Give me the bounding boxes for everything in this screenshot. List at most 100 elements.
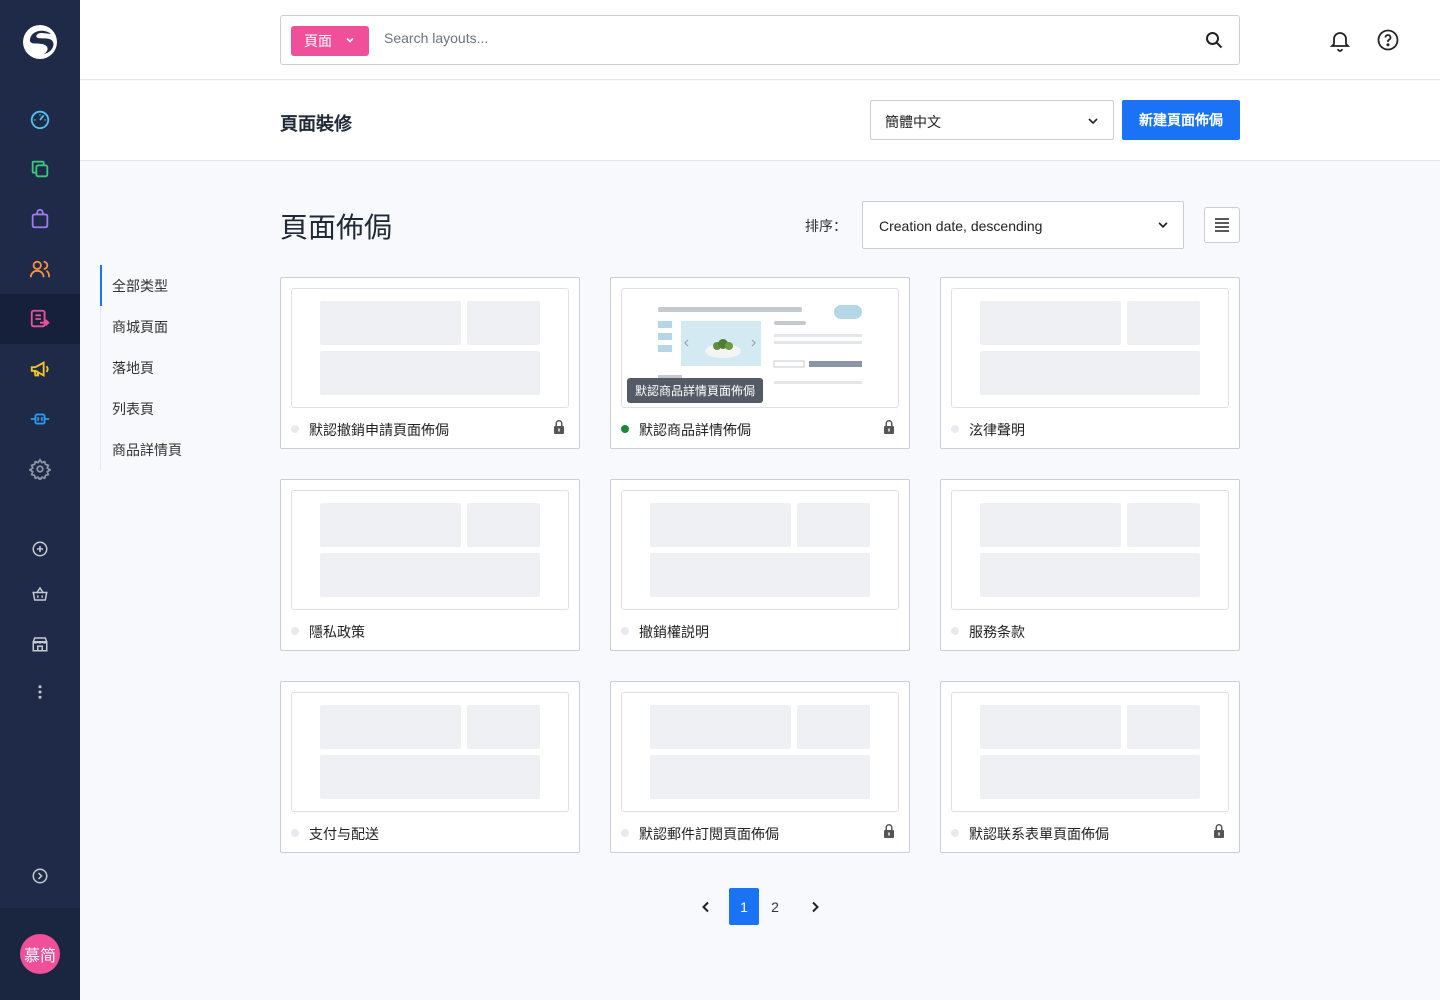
store-icon [32, 637, 48, 652]
topbar: 頁面 [80, 0, 1440, 80]
lock-icon [884, 420, 894, 434]
status-dot [291, 829, 299, 837]
nav-store[interactable] [0, 619, 80, 669]
chevron-down-icon [1088, 118, 1098, 125]
status-dot [951, 829, 959, 837]
layout-name: 默認撤銷申請頁面佈侷 [309, 422, 449, 438]
search-icon[interactable] [1205, 31, 1223, 49]
filter-all-types[interactable]: 全部类型 [100, 265, 260, 306]
layout-preview [291, 288, 569, 408]
filter-listing-pages[interactable]: 列表頁 [101, 388, 260, 429]
sort-select[interactable]: Creation date, descending [862, 201, 1184, 249]
nav-marketing[interactable] [0, 344, 80, 394]
status-dot [621, 627, 629, 635]
layout-preview [951, 288, 1229, 408]
filter-label: 全部类型 [112, 277, 168, 294]
nav-extensions[interactable] [0, 394, 80, 444]
search-input[interactable] [384, 30, 1184, 46]
layout-card[interactable]: 默認撤銷申請頁面佈侷 [280, 277, 580, 449]
filter-product-detail-pages[interactable]: 商品詳情頁 [101, 429, 260, 470]
chevron-right-icon [812, 901, 819, 912]
sort-select-value: Creation date, descending [879, 218, 1043, 234]
lock-icon [884, 824, 894, 838]
sort-label: 排序： [805, 218, 847, 234]
status-dot [951, 425, 959, 433]
megaphone-icon [30, 361, 49, 377]
chevron-down-icon [1158, 222, 1168, 228]
bag-icon [31, 208, 49, 229]
layout-name: 隱私政策 [309, 624, 365, 640]
sidebar-collapse-button[interactable] [0, 851, 80, 901]
avatar[interactable]: 慕简 [20, 934, 60, 974]
layout-preview [951, 692, 1229, 812]
gauge-icon [30, 110, 50, 130]
layout-preview [291, 692, 569, 812]
layout-card[interactable]: 泫律聲明 [940, 277, 1240, 449]
layout-preview [621, 490, 899, 610]
page-header: 頁面裝修 簡體中文 新建頁面佈侷 [80, 81, 1440, 161]
layout-name-tooltip: 默認商品詳情頁面佈侷 [627, 378, 764, 403]
nav-settings[interactable] [0, 444, 80, 494]
users-icon [29, 260, 51, 278]
nav-customers[interactable] [0, 244, 80, 294]
basket-icon [32, 586, 48, 601]
layout-card[interactable]: 隱私政策 [280, 479, 580, 651]
more-vertical-icon [38, 685, 42, 699]
layout-card[interactable]: 支付与配送 [280, 681, 580, 853]
search-scope-dropdown[interactable]: 頁面 [291, 26, 369, 56]
plug-icon [30, 413, 50, 425]
bell-icon[interactable] [1328, 28, 1352, 52]
status-dot [621, 425, 629, 433]
filter-landing-pages[interactable]: 落地頁 [101, 347, 260, 388]
nav-more[interactable] [0, 667, 80, 717]
copy-icon [31, 160, 49, 178]
nav-shop[interactable] [0, 569, 80, 619]
lock-icon [554, 420, 564, 434]
layout-name: 默認郵件訂閲頁面佈侷 [639, 826, 779, 842]
pagination-next-button[interactable] [800, 888, 830, 925]
layout-card[interactable]: 默認联系表單頁面佈侷 [940, 681, 1240, 853]
section-title: 頁面佈侷 [280, 212, 393, 243]
nav-dashboard[interactable] [0, 94, 80, 144]
list-view-toggle[interactable] [1204, 207, 1240, 243]
layout-name: 泫律聲明 [969, 422, 1025, 438]
chevron-circle-right-icon [32, 868, 48, 884]
chevron-left-icon [702, 901, 709, 912]
layout-card[interactable]: 服務条款 [940, 479, 1240, 651]
layout-card[interactable]: 撤銷權説明 [610, 479, 910, 651]
pagination-page-1[interactable]: 1 [729, 888, 759, 925]
nav-orders[interactable] [0, 194, 80, 244]
pagination-prev-button[interactable] [691, 888, 721, 925]
nav-add[interactable] [0, 524, 80, 574]
sidebar: 慕简 [0, 0, 80, 1000]
filter-shop-pages[interactable]: 商城頁面 [101, 306, 260, 347]
status-dot [951, 627, 959, 635]
status-dot [291, 627, 299, 635]
chevron-down-icon [346, 37, 354, 43]
search-bar: 頁面 [280, 15, 1240, 65]
layout-name: 服務条款 [969, 624, 1025, 640]
layout-name: 撤銷權説明 [639, 624, 709, 640]
status-dot [621, 829, 629, 837]
layout-preview [951, 490, 1229, 610]
search-scope-label: 頁面 [304, 33, 332, 49]
content-icon [30, 309, 50, 328]
layout-card[interactable]: 默認商品詳情頁面佈侷 默認商品詳情佈侷 [610, 277, 910, 449]
layout-preview [621, 692, 899, 812]
type-filter-list: 全部类型 商城頁面 落地頁 列表頁 商品詳情頁 [100, 265, 260, 470]
new-layout-button[interactable]: 新建頁面佈侷 [1122, 100, 1240, 140]
shopware-logo-icon[interactable] [20, 22, 60, 62]
layout-card[interactable]: 默認郵件訂閲頁面佈侷 [610, 681, 910, 853]
nav-catalogues[interactable] [0, 144, 80, 194]
status-dot [291, 425, 299, 433]
nav-content[interactable] [0, 294, 80, 344]
pagination-page-2[interactable]: 2 [760, 888, 790, 925]
language-select[interactable]: 簡體中文 [870, 100, 1114, 140]
gear-icon [29, 458, 51, 480]
layout-name: 默認联系表單頁面佈侷 [969, 826, 1109, 842]
filter-label: 商品詳情頁 [112, 441, 182, 458]
plus-circle-icon [32, 541, 48, 557]
page-title: 頁面裝修 [280, 114, 352, 134]
list-icon [1215, 218, 1229, 232]
help-icon[interactable] [1377, 29, 1399, 51]
